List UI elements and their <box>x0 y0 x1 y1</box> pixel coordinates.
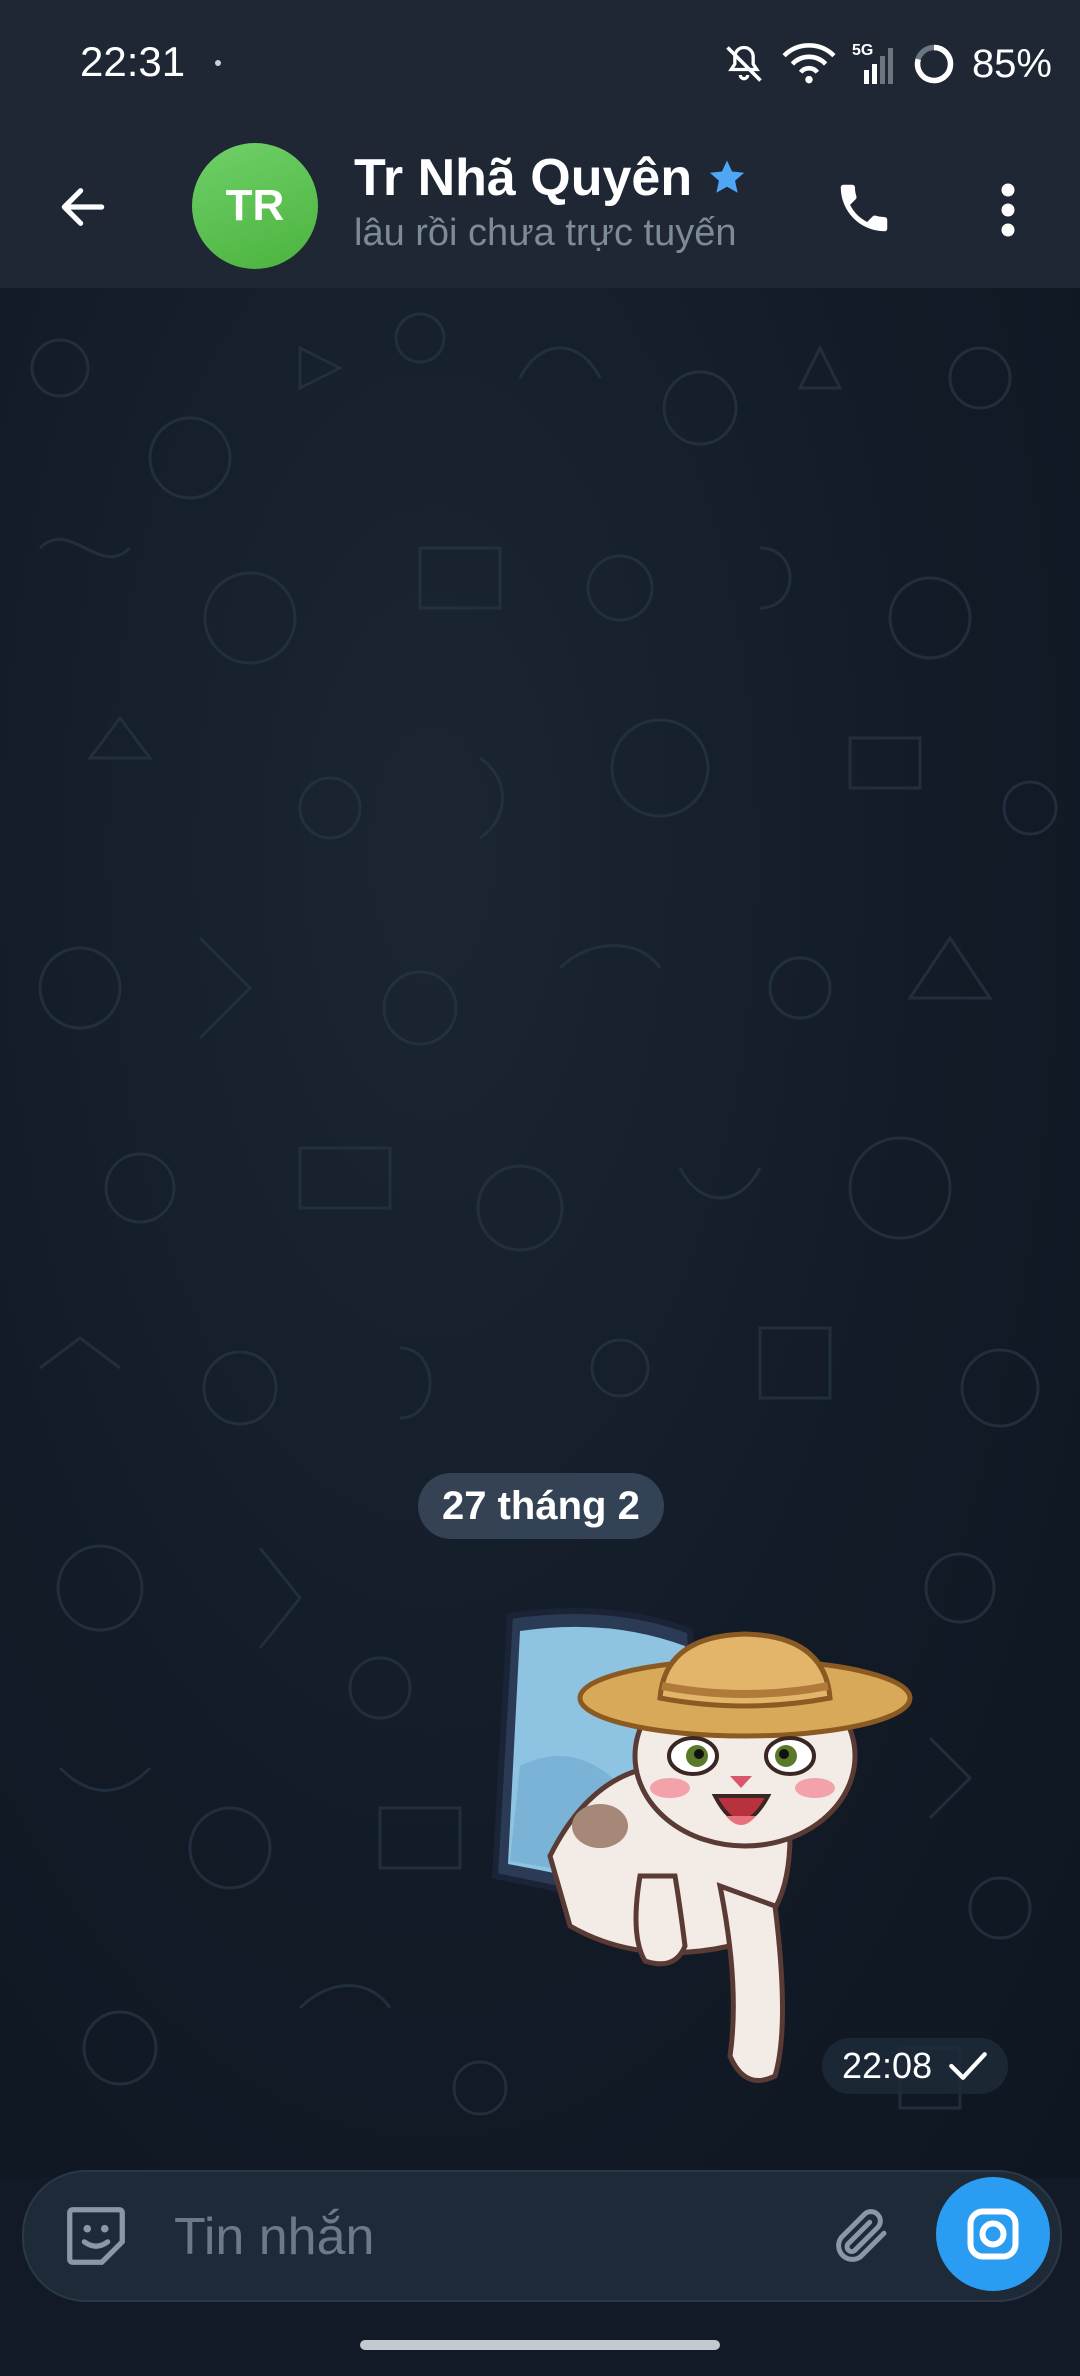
message-time: 22:08 <box>842 2045 933 2086</box>
sticker-button[interactable] <box>60 2200 132 2272</box>
home-indicator[interactable] <box>360 2340 720 2350</box>
call-button[interactable] <box>826 170 902 246</box>
more-options-button[interactable] <box>978 170 1038 250</box>
check-icon <box>949 2052 987 2080</box>
star-icon <box>709 160 745 193</box>
contact-info[interactable]: Tr Nhã Quyên lâu rồi chưa trực tuyến <box>354 146 748 255</box>
phone-icon <box>840 184 888 232</box>
chat-header: TR Tr Nhã Quyên lâu rồi chưa trực tuyến <box>0 130 1080 288</box>
paperclip-icon <box>836 2209 887 2262</box>
camera-icon <box>967 2208 1019 2260</box>
battery-percent: 85% <box>971 41 1052 86</box>
mute-icon <box>726 45 762 82</box>
status-bar: 22:31 5G 85% <box>0 0 1080 130</box>
avatar-initials: TR <box>225 181 285 230</box>
message-meta: 22:08 <box>822 2038 1009 2094</box>
avatar[interactable]: TR <box>192 143 318 269</box>
message-input[interactable] <box>172 2194 816 2280</box>
battery-icon <box>914 44 954 84</box>
date-separator: 27 tháng 2 <box>418 1473 664 1539</box>
camera-button[interactable] <box>936 2177 1050 2291</box>
arrow-left-icon <box>61 188 105 226</box>
signal-icon: 5G <box>852 42 896 86</box>
contact-name: Tr Nhã Quyên <box>354 149 693 207</box>
notification-dot-icon <box>215 60 221 66</box>
wifi-icon <box>782 43 836 84</box>
contact-last-seen: lâu rồi chưa trực tuyến <box>354 212 737 254</box>
chat-area[interactable]: 27 tháng 2 22:08 <box>0 288 1080 2178</box>
message-composer <box>22 2170 1062 2302</box>
attach-button[interactable] <box>824 2198 900 2274</box>
status-time: 22:31 <box>80 38 186 85</box>
status-icons: 5G 85% <box>722 36 1052 92</box>
more-vertical-icon <box>1001 183 1015 237</box>
cat-sticker[interactable] <box>490 1606 920 2106</box>
sticker-emoji-icon <box>67 2207 125 2265</box>
back-button[interactable] <box>48 172 118 242</box>
